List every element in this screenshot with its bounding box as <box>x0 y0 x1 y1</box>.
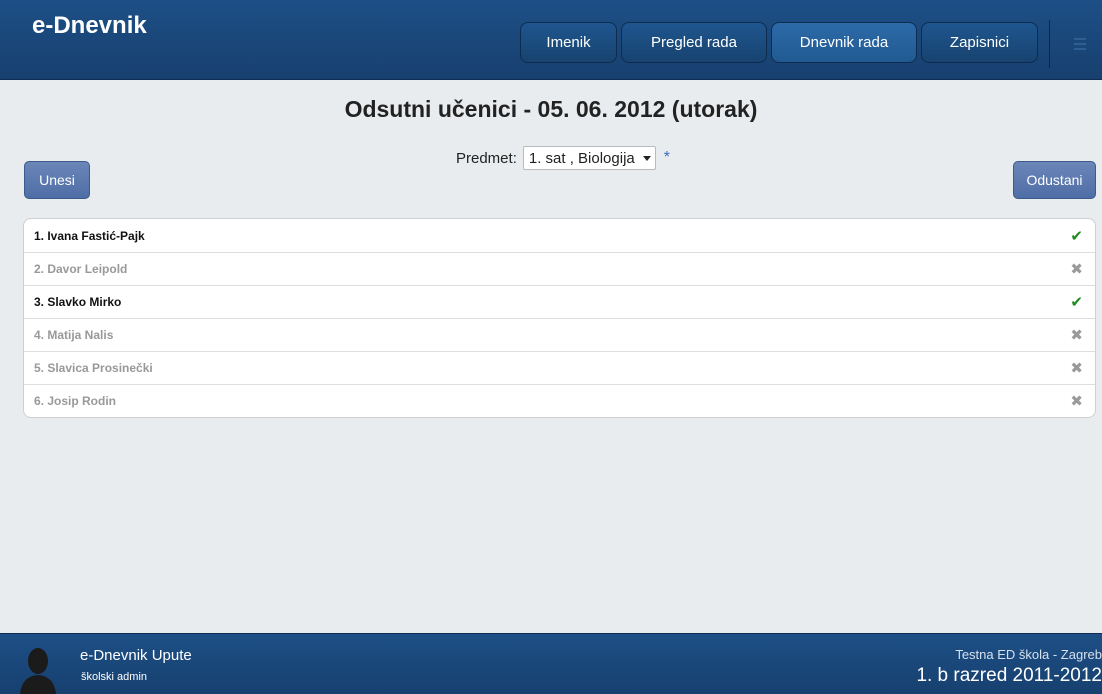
student-name: 3. Slavko Mirko <box>34 295 122 309</box>
student-row[interactable]: 3. Slavko Mirko ✔ <box>24 285 1095 318</box>
close-icon[interactable]: ✖ <box>1070 260 1083 278</box>
required-marker: * <box>663 149 670 166</box>
school-name: Testna ED škola - Zagreb <box>955 647 1102 662</box>
close-icon[interactable]: ✖ <box>1070 326 1083 344</box>
subject-row: Predmet: 1. sat , Biologija * <box>456 146 670 170</box>
subject-select[interactable]: 1. sat , Biologija <box>522 146 656 170</box>
nav-pregled-rada[interactable]: Pregled rada <box>621 22 767 63</box>
student-row[interactable]: 1. Ivana Fastić-Pajk ✔ <box>24 219 1095 252</box>
class-name: 1. b razred 2011-2012 <box>916 665 1102 686</box>
user-avatar-icon[interactable] <box>18 644 58 694</box>
student-row[interactable]: 5. Slavica Prosinečki ✖ <box>24 351 1095 384</box>
subject-label: Predmet: <box>456 149 517 167</box>
nav-dnevnik-rada[interactable]: Dnevnik rada <box>771 22 917 63</box>
check-icon[interactable]: ✔ <box>1070 227 1083 245</box>
student-name: 2. Davor Leipold <box>34 262 128 276</box>
student-name: 6. Josip Rodin <box>34 394 117 408</box>
subject-select-value: 1. sat , Biologija <box>528 149 635 167</box>
app-header: e-Dnevnik Imenik Pregled rada Dnevnik ra… <box>0 0 1102 80</box>
app-title[interactable]: e-Dnevnik <box>32 12 147 40</box>
nav-separator <box>1049 20 1050 68</box>
menu-icon[interactable] <box>1074 38 1086 53</box>
help-link[interactable]: e-Dnevnik Upute <box>80 647 192 664</box>
chevron-down-icon <box>642 155 651 161</box>
student-row[interactable]: 2. Davor Leipold ✖ <box>24 252 1095 285</box>
page-title: Odsutni učenici - 05. 06. 2012 (utorak) <box>344 96 758 122</box>
check-icon[interactable]: ✔ <box>1070 293 1083 311</box>
unesi-button[interactable]: Unesi <box>24 161 90 199</box>
student-name: 5. Slavica Prosinečki <box>34 361 153 375</box>
close-icon[interactable]: ✖ <box>1070 392 1083 410</box>
student-name: 4. Matija Nalis <box>34 328 114 342</box>
nav-zapisnici[interactable]: Zapisnici <box>921 22 1038 63</box>
student-row[interactable]: 4. Matija Nalis ✖ <box>24 318 1095 351</box>
odustani-button[interactable]: Odustani <box>1013 161 1096 199</box>
user-role: školski admin <box>81 671 148 683</box>
close-icon[interactable]: ✖ <box>1070 359 1083 377</box>
student-list: 1. Ivana Fastić-Pajk ✔ 2. Davor Leipold … <box>23 218 1096 418</box>
nav-imenik[interactable]: Imenik <box>520 22 617 63</box>
student-row[interactable]: 6. Josip Rodin ✖ <box>24 384 1095 417</box>
app-footer: e-Dnevnik Upute školski admin Testna ED … <box>0 633 1102 694</box>
student-name: 1. Ivana Fastić-Pajk <box>34 228 145 243</box>
